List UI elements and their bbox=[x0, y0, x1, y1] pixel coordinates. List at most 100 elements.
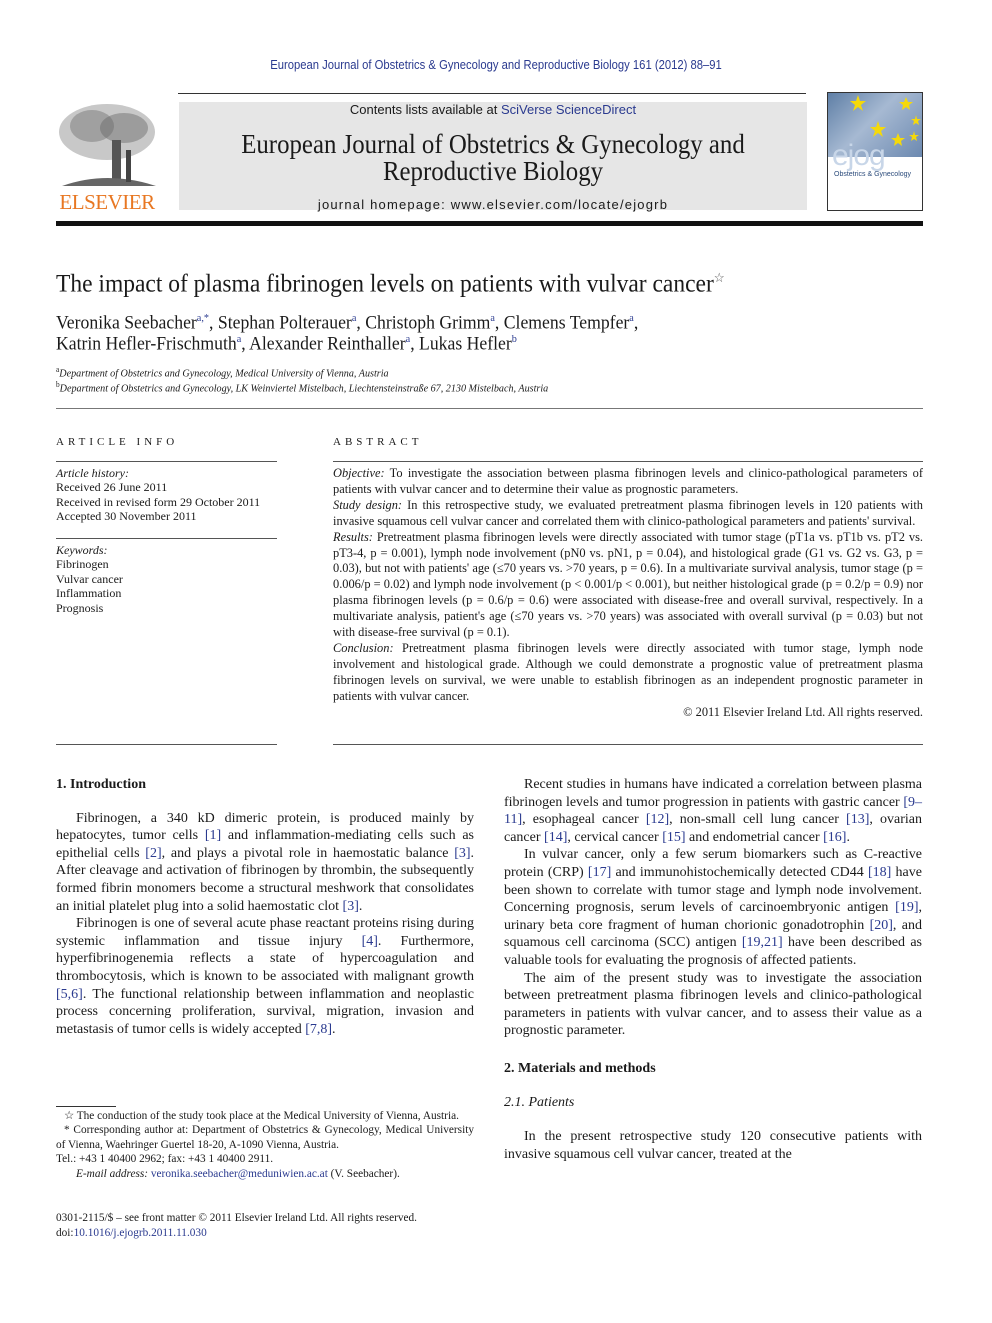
citation-link[interactable]: [2] bbox=[145, 846, 161, 861]
divider bbox=[56, 538, 277, 539]
text-run: The aim of the present study was to inve… bbox=[504, 970, 922, 1039]
article-info-heading: ARTICLE INFO bbox=[56, 436, 179, 448]
citation-link[interactable]: [5,6] bbox=[56, 987, 83, 1002]
separator: , bbox=[633, 312, 639, 334]
abstract-body: Objective: To investigate the associatio… bbox=[333, 466, 923, 721]
history-accepted: Accepted 30 November 2011 bbox=[56, 509, 197, 524]
elsevier-logo[interactable]: ELSEVIER bbox=[52, 100, 162, 215]
author-name[interactable]: Veronika Seebacher bbox=[56, 312, 197, 333]
journal-title-line2: Reproductive Biology bbox=[382, 156, 604, 186]
paragraph: The aim of the present study was to inve… bbox=[504, 970, 922, 1040]
author-name[interactable]: Alexander Reinthaller bbox=[249, 333, 406, 354]
divider bbox=[333, 461, 923, 462]
homepage-label: journal homepage: bbox=[317, 197, 451, 212]
author-name[interactable]: Katrin Hefler-Frischmuth bbox=[56, 333, 237, 354]
doi-line: doi:10.1016/j.ejogrb.2011.11.030 bbox=[56, 1226, 474, 1241]
abstract-study-design: Study design: In this retrospective stud… bbox=[333, 498, 923, 530]
author-name[interactable]: Christoph Grimm bbox=[365, 312, 490, 333]
abstract-label: Conclusion: bbox=[333, 640, 394, 655]
paper-title-text: The impact of plasma fibrinogen levels o… bbox=[56, 270, 714, 298]
text-run: Recent studies in humans have indicated … bbox=[504, 777, 922, 810]
citation-link[interactable]: [1] bbox=[205, 828, 221, 843]
abstract-conclusion: Conclusion: Pretreatment plasma fibrinog… bbox=[333, 641, 923, 705]
citation-link[interactable]: [19] bbox=[895, 900, 918, 915]
affiliation-text: Department of Obstetrics and Gynecology,… bbox=[59, 367, 389, 380]
header-thick-rule bbox=[56, 221, 923, 226]
email-link[interactable]: veronika.seebacher@meduniwien.ac.at bbox=[151, 1168, 328, 1180]
abstract-label: Study design: bbox=[333, 497, 403, 512]
author-name[interactable]: Lukas Hefler bbox=[419, 333, 512, 354]
text-run: , cervical cancer bbox=[567, 829, 663, 845]
contents-prefix: Contents lists available at bbox=[349, 102, 501, 117]
abstract-objective: Objective: To investigate the associatio… bbox=[333, 466, 923, 498]
front-matter: 0301-2115/$ – see front matter © 2011 El… bbox=[56, 1211, 474, 1241]
keyword: Prognosis bbox=[56, 600, 104, 615]
section-heading-introduction: 1. Introduction bbox=[56, 777, 146, 792]
citation-link[interactable]: [17] bbox=[588, 865, 611, 880]
citation-link[interactable]: [3] bbox=[454, 846, 470, 861]
abstract-label: Objective: bbox=[333, 466, 385, 480]
text-run: , and plays a pivotal role in haemostati… bbox=[161, 845, 455, 861]
abstract-label: Results: bbox=[333, 529, 373, 544]
divider bbox=[333, 744, 923, 745]
separator: , bbox=[241, 333, 250, 355]
history-label: Article history: bbox=[56, 466, 129, 480]
title-footnote-star-icon[interactable]: ☆ bbox=[714, 270, 725, 285]
keywords-label: Keywords: bbox=[56, 543, 108, 557]
history-revised: Received in revised form 29 October 2011 bbox=[56, 494, 261, 509]
journal-title-line1: European Journal of Obstetrics & Gynecol… bbox=[241, 129, 745, 159]
body-column-right: Recent studies in humans have indicated … bbox=[504, 776, 922, 1163]
paper-title: The impact of plasma fibrinogen levels o… bbox=[56, 270, 725, 298]
journal-citation[interactable]: European Journal of Obstetrics & Gynecol… bbox=[50, 58, 943, 72]
journal-banner: Contents lists available at SciVerse Sci… bbox=[179, 102, 807, 212]
cover-logo: ejog bbox=[832, 139, 886, 172]
citation-link[interactable]: [4] bbox=[362, 934, 378, 949]
homepage-link[interactable]: www.elsevier.com/locate/ejogrb bbox=[451, 197, 668, 212]
citation-link[interactable]: [12] bbox=[646, 812, 669, 827]
journal-cover-thumbnail[interactable]: ejog Obstetrics & Gynecology bbox=[827, 92, 923, 211]
journal-homepage: journal homepage: www.elsevier.com/locat… bbox=[179, 197, 807, 212]
citation-link[interactable]: [14] bbox=[544, 830, 567, 845]
keyword: Inflammation bbox=[56, 586, 122, 601]
keywords: Keywords: Fibrinogen Vulvar cancer Infla… bbox=[56, 543, 123, 615]
history-received: Received 26 June 2011 bbox=[56, 480, 168, 495]
affiliation-b: bDepartment of Obstetrics and Gynecology… bbox=[56, 380, 548, 395]
author-name[interactable]: Clemens Tempfer bbox=[504, 312, 630, 333]
citation-link[interactable]: [3] bbox=[343, 899, 359, 914]
keyword: Vulvar cancer bbox=[56, 571, 123, 586]
email-label: E-mail address: bbox=[76, 1167, 151, 1180]
doi-label: doi: bbox=[56, 1227, 74, 1239]
author-name[interactable]: Stephan Polterauer bbox=[218, 312, 352, 333]
citation-link[interactable]: [15] bbox=[662, 830, 685, 845]
abstract-copyright: © 2011 Elsevier Ireland Ltd. All rights … bbox=[683, 704, 923, 719]
article-history: Article history: Received 26 June 2011 R… bbox=[56, 466, 260, 524]
tree-icon bbox=[59, 104, 156, 186]
text-run: . bbox=[358, 898, 363, 914]
keyword: Fibrinogen bbox=[56, 557, 109, 572]
elsevier-wordmark: ELSEVIER bbox=[59, 190, 155, 214]
abstract-text: In this retrospective study, we evaluate… bbox=[333, 497, 923, 528]
affiliation-text: Department of Obstetrics and Gynecology,… bbox=[59, 382, 549, 395]
abstract-text: Pretreatment plasma fibrinogen levels we… bbox=[333, 640, 923, 703]
citation-link[interactable]: [13] bbox=[846, 812, 869, 827]
citation-link[interactable]: [7,8] bbox=[305, 1022, 332, 1037]
contents-line: Contents lists available at SciVerse Sci… bbox=[179, 102, 807, 118]
text-run: , esophageal cancer bbox=[522, 812, 646, 828]
citation-link[interactable]: [16] bbox=[823, 830, 846, 845]
sciencedirect-link[interactable]: SciVerse ScienceDirect bbox=[501, 102, 636, 117]
citation-link[interactable]: [19,21] bbox=[742, 935, 783, 950]
paragraph: Fibrinogen, a 340 kD dimeric protein, is… bbox=[56, 810, 474, 916]
affiliation-a: aDepartment of Obstetrics and Gynecology… bbox=[56, 365, 389, 380]
section-divider bbox=[56, 408, 923, 409]
doi-link[interactable]: 10.1016/j.ejogrb.2011.11.030 bbox=[74, 1227, 207, 1239]
header-rule bbox=[178, 93, 806, 94]
citation-link[interactable]: [20] bbox=[870, 918, 893, 933]
paragraph: In vulvar cancer, only a few serum bioma… bbox=[504, 846, 922, 969]
abstract-text: To investigate the association between p… bbox=[333, 466, 923, 496]
email-suffix: (V. Seebacher). bbox=[327, 1167, 400, 1180]
abstract-text: Pretreatment plasma fibrinogen levels we… bbox=[333, 529, 923, 640]
author-affiliation-marker[interactable]: a,* bbox=[197, 312, 209, 324]
author-affiliation-marker[interactable]: b bbox=[512, 333, 517, 345]
footnote-tel: Tel.: +43 1 40400 2962; fax: +43 1 40400… bbox=[56, 1153, 274, 1166]
citation-link[interactable]: [18] bbox=[868, 865, 891, 880]
